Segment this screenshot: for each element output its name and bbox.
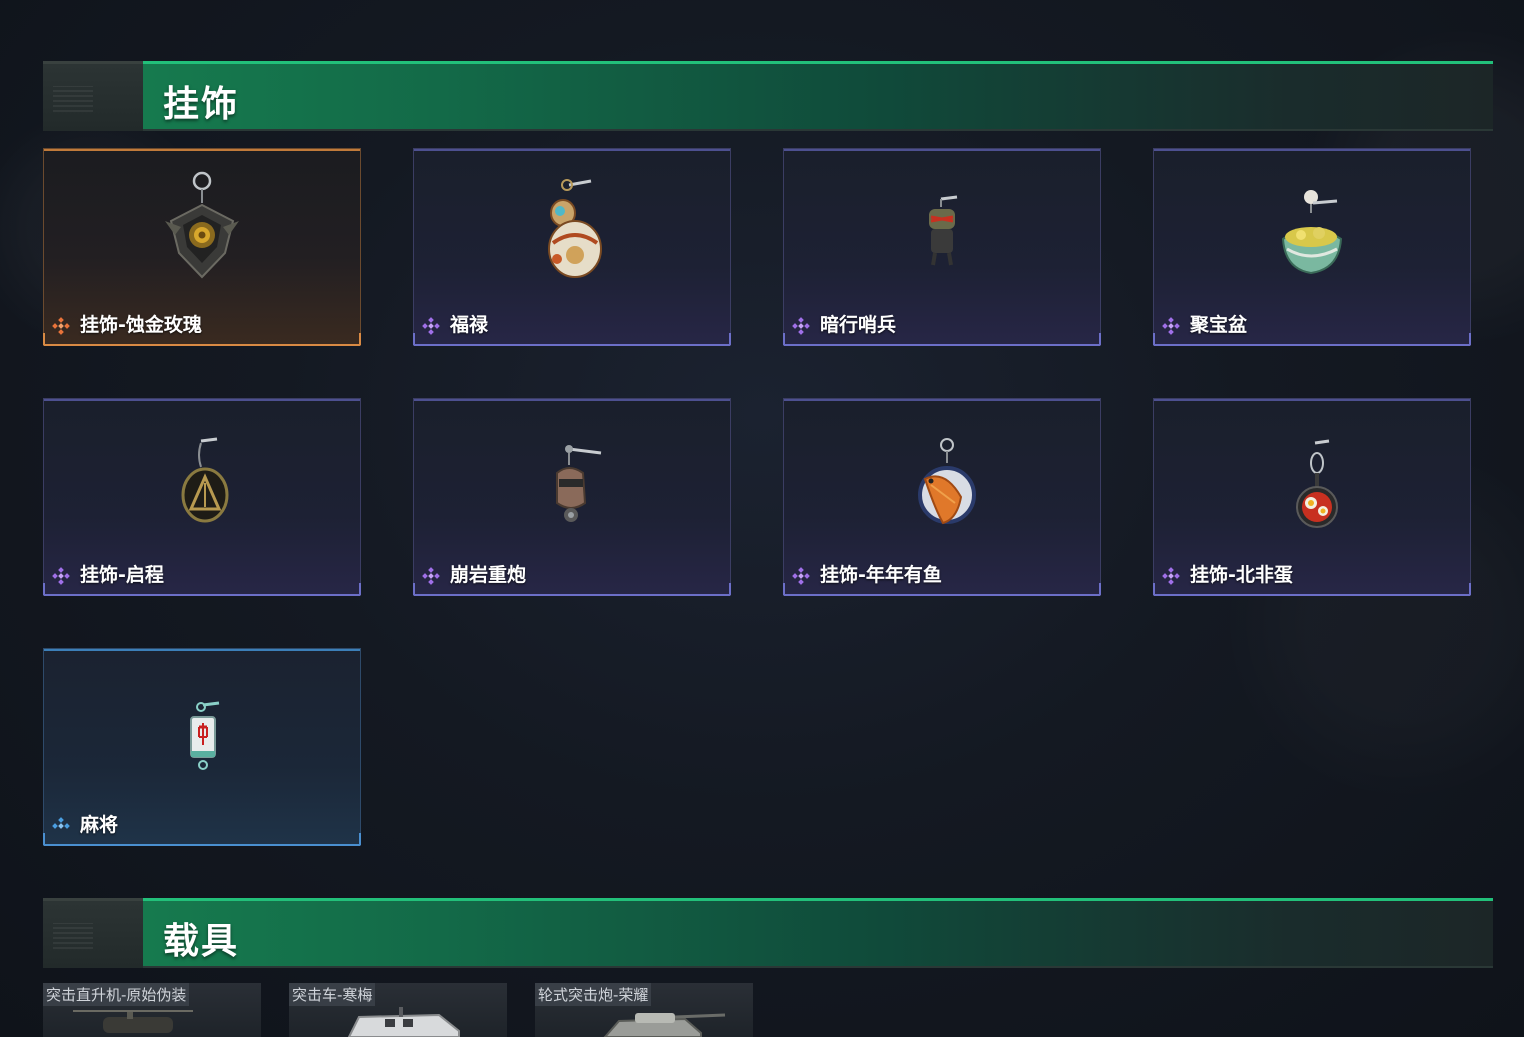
vehicle-card[interactable]: 突击车-寒梅 [289,983,507,1037]
section-header-emblem [43,61,143,131]
card-corner [729,583,731,595]
card-rarity-bar [414,594,730,596]
card-corner [359,833,361,845]
card-corner [1469,333,1471,345]
rarity-diamond-icon [422,567,440,585]
vehicle-card[interactable]: 轮式突击炮-荣耀 [535,983,753,1037]
rarity-diamond-icon [1162,567,1180,585]
charm-card[interactable]: 暗行哨兵 [783,148,1101,346]
section-title: 挂饰 [163,84,240,125]
card-corner [1469,583,1471,595]
card-corner [43,333,45,345]
card-rarity-bar [414,344,730,346]
rarity-diamond-icon [792,567,810,585]
card-corner [783,333,785,345]
sentinel-charm-icon [929,195,958,266]
charm-card[interactable]: 麻将 [43,648,361,846]
section-title: 载具 [163,921,240,962]
rarity-diamond-icon [1162,317,1180,335]
card-corner [729,333,731,345]
section-header-emblem [43,898,143,968]
rarity-diamond-icon [52,567,70,585]
card-rarity-bar [44,594,360,596]
pan-charm-icon [1296,439,1338,528]
fish-charm-icon [918,438,976,525]
robot-charm-icon [556,445,602,522]
vehicle-name: 突击直升机-原始伪装 [43,983,190,1006]
charm-name: 挂饰-北非蛋 [1190,564,1293,586]
card-corner [359,583,361,595]
charm-name: 福禄 [450,314,489,336]
charm-card[interactable]: 挂饰-蚀金玫瑰 [43,148,361,346]
section-header-charms: 挂饰 [43,61,1493,131]
rarity-diamond-icon [52,317,70,335]
card-corner [413,333,415,345]
rarity-diamond-icon [422,317,440,335]
treasure-bowl-charm-icon [1281,190,1343,275]
charm-name: 崩岩重炮 [450,564,527,586]
charm-name: 暗行哨兵 [820,314,897,336]
card-rarity-bar [44,344,360,346]
charm-card[interactable]: 福禄 [413,148,731,346]
card-corner [43,833,45,845]
card-corner [1153,583,1155,595]
charm-card[interactable]: 挂饰-北非蛋 [1153,398,1471,596]
charm-card[interactable]: 崩岩重炮 [413,398,731,596]
vehicle-name: 轮式突击炮-荣耀 [535,983,652,1006]
card-corner [1099,583,1101,595]
card-corner [1099,333,1101,345]
card-rarity-bar [1154,594,1470,596]
card-corner [783,583,785,595]
vehicle-card[interactable]: 突击直升机-原始伪装 [43,983,261,1037]
card-rarity-bar [784,344,1100,346]
charm-name: 挂饰-蚀金玫瑰 [80,314,202,336]
charm-name: 挂饰-年年有鱼 [820,564,942,586]
charm-card[interactable]: 聚宝盆 [1153,148,1471,346]
card-corner [1153,333,1155,345]
section-header-bar [143,898,1493,966]
card-rarity-bar [784,594,1100,596]
charm-name: 聚宝盆 [1190,314,1248,336]
charm-card[interactable]: 挂饰-启程 [43,398,361,596]
charm-card[interactable]: 挂饰-年年有鱼 [783,398,1101,596]
charm-name: 麻将 [80,814,119,836]
section-header-vehicles: 载具 [43,898,1493,968]
card-corner [43,583,45,595]
gourd-charm-icon [548,179,602,278]
vehicle-name: 突击车-寒梅 [289,983,376,1006]
mahjong-charm-icon [190,701,220,770]
rose-charm-icon [165,171,239,279]
card-rarity-bar [44,844,360,846]
rarity-diamond-icon [792,317,810,335]
rarity-diamond-icon [52,817,70,829]
charm-name: 挂饰-启程 [80,564,164,586]
card-rarity-bar [1154,344,1470,346]
medallion-charm-icon [181,437,229,523]
card-corner [359,333,361,345]
section-header-bar [143,61,1493,129]
card-corner [413,583,415,595]
